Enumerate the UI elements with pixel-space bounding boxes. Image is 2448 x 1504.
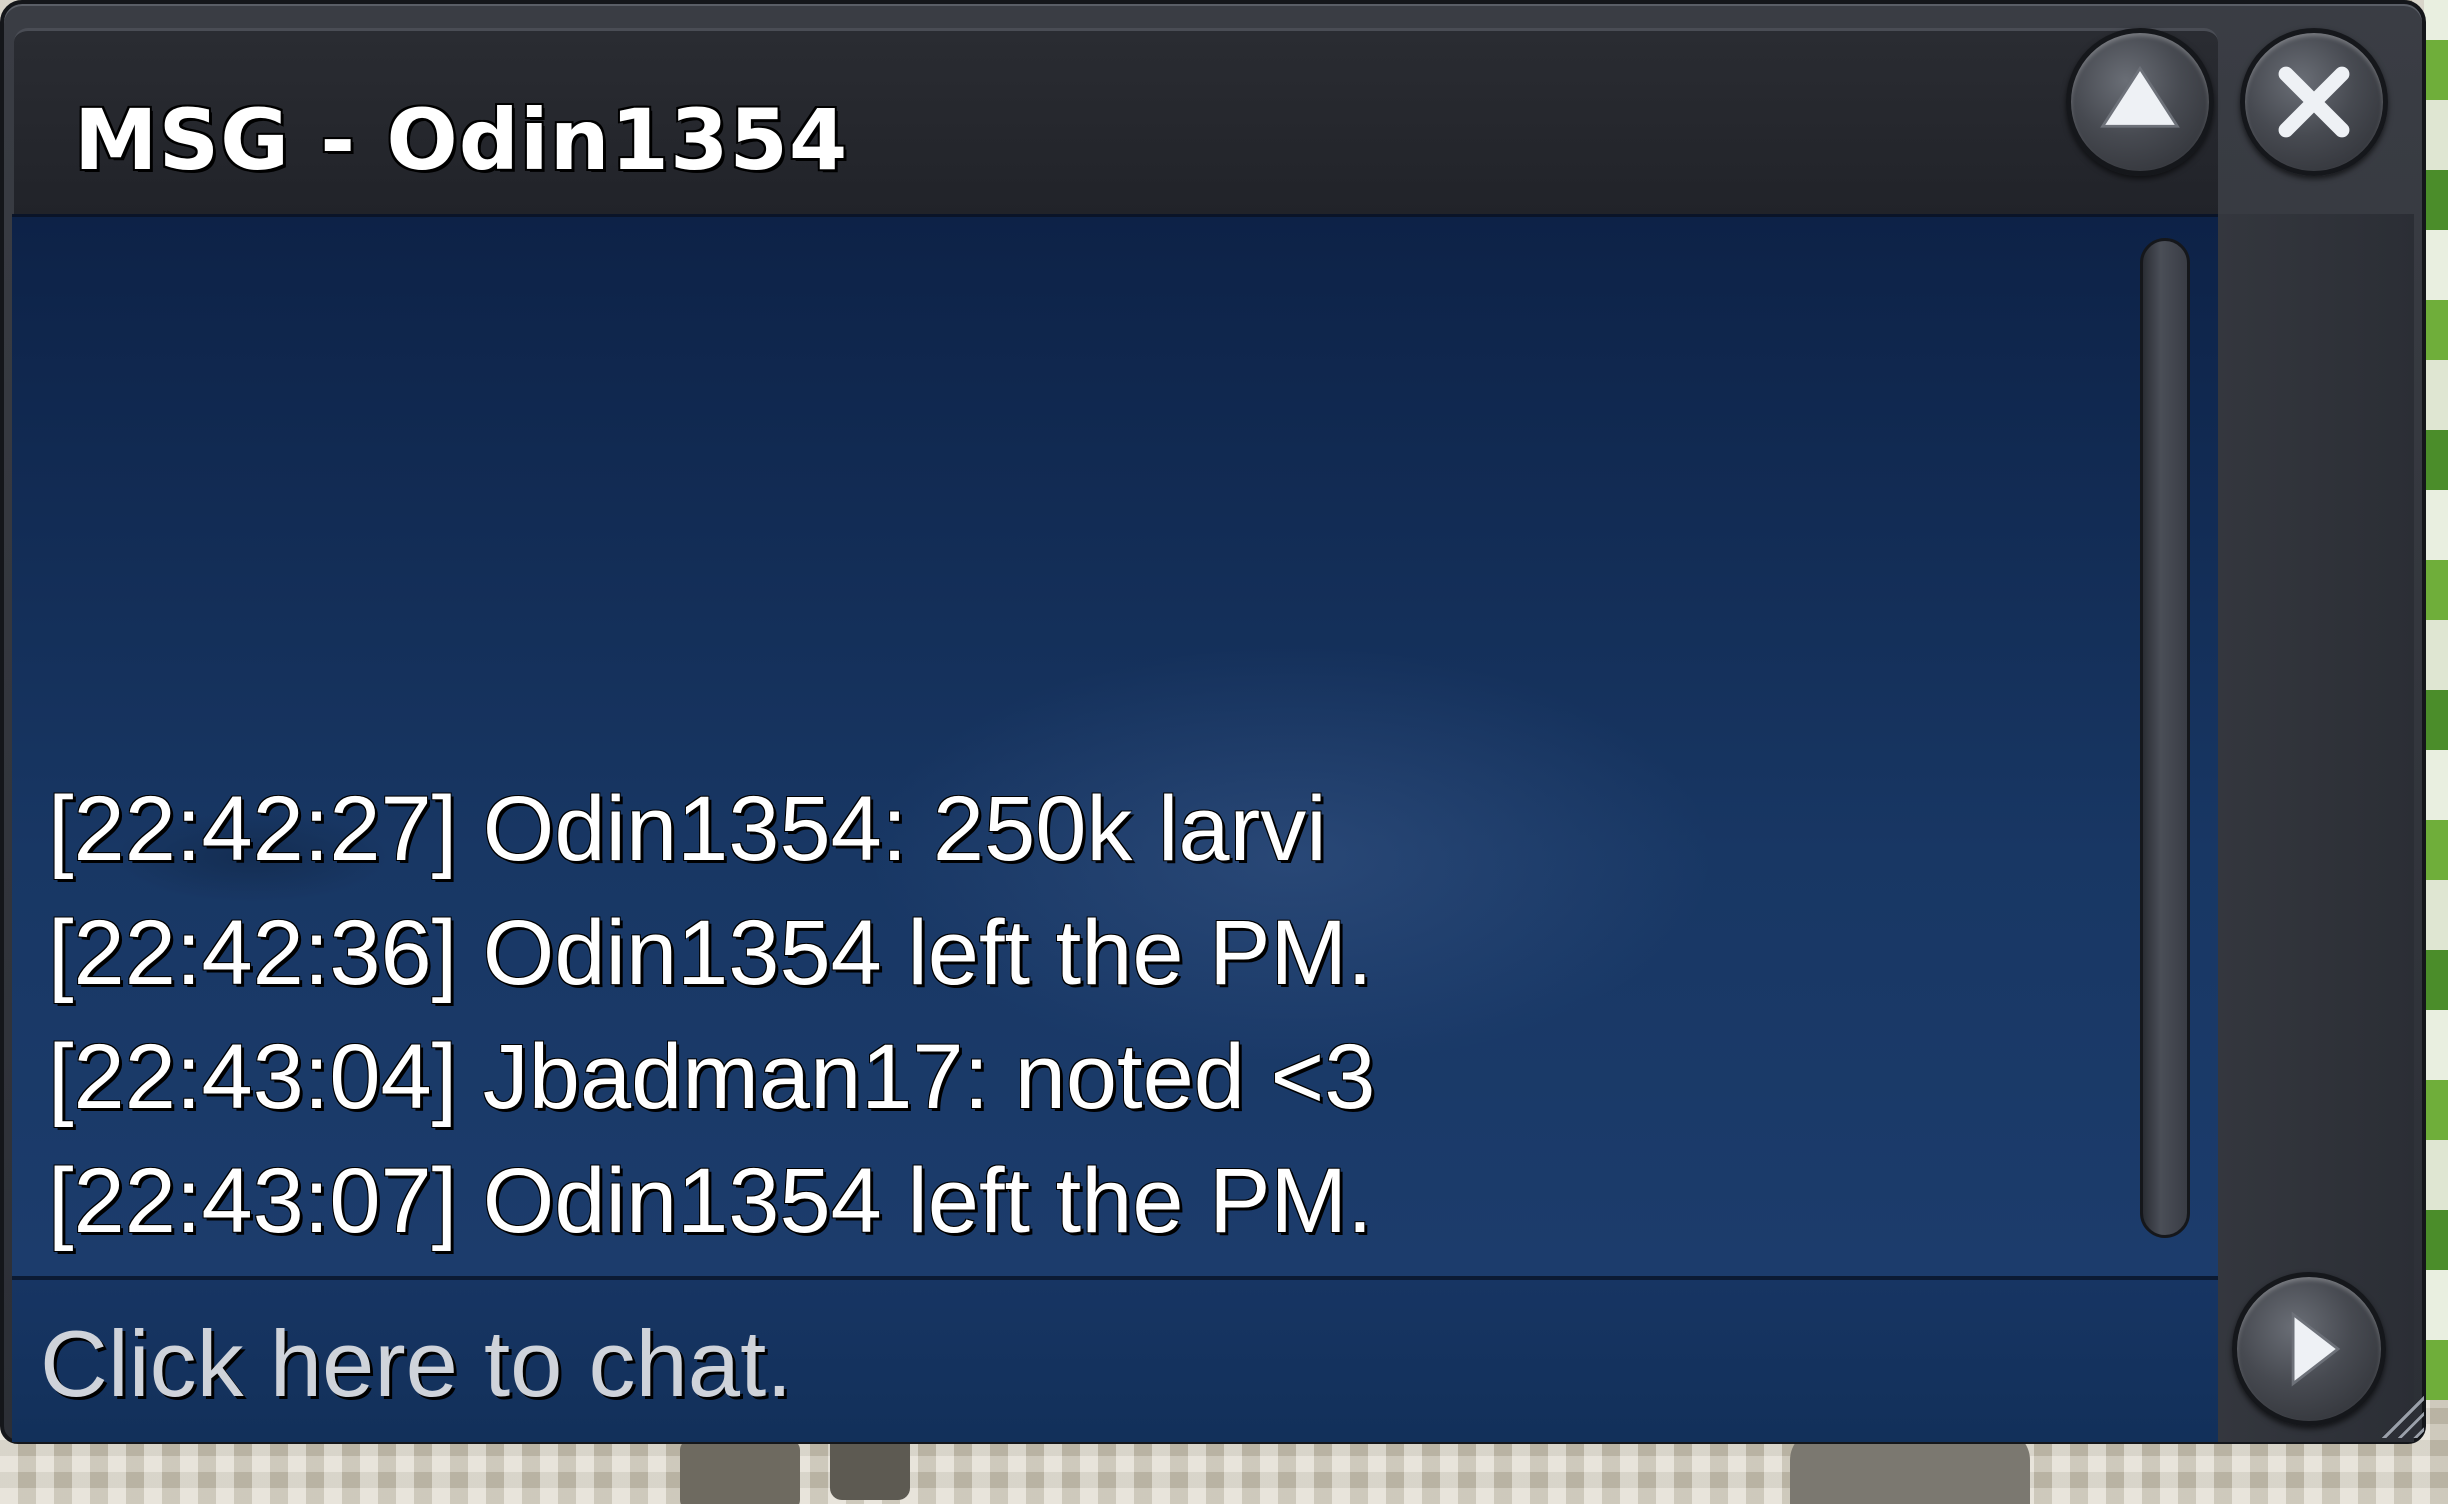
window-side-rail bbox=[2218, 214, 2414, 1442]
grass-strip bbox=[2424, 0, 2448, 1400]
world-rock bbox=[680, 1440, 800, 1504]
chat-input[interactable]: Click here to chat. bbox=[12, 1276, 2218, 1442]
message-line: [22:42:36] Odin1354 left the PM. bbox=[48, 902, 1373, 1004]
private-message-window: MSG - Odin1354 [22:42:27] Odin1354: 250k… bbox=[0, 0, 2426, 1444]
message-list: [22:42:27] Odin1354: 250k larvi [22:42:3… bbox=[48, 767, 2128, 1263]
minimize-button[interactable] bbox=[2066, 28, 2214, 176]
close-x-icon bbox=[2278, 66, 2350, 138]
triangle-right-icon bbox=[2291, 1311, 2341, 1387]
triangle-up-icon bbox=[2100, 65, 2180, 128]
window-titlebar[interactable]: MSG - Odin1354 bbox=[14, 28, 2218, 214]
message-line: [22:43:07] Odin1354 left the PM. bbox=[48, 1150, 1373, 1252]
chat-input-placeholder: Click here to chat. bbox=[40, 1311, 793, 1416]
message-log: [22:42:27] Odin1354: 250k larvi [22:42:3… bbox=[12, 214, 2218, 1276]
message-scrollbar[interactable] bbox=[2140, 238, 2190, 1238]
send-button[interactable] bbox=[2232, 1272, 2386, 1426]
close-button[interactable] bbox=[2240, 28, 2388, 176]
window-title: MSG - Odin1354 bbox=[74, 91, 849, 189]
message-line: [22:42:27] Odin1354: 250k larvi bbox=[48, 778, 1327, 880]
message-line: [22:43:04] Jbadman17: noted <3 bbox=[48, 1026, 1376, 1128]
